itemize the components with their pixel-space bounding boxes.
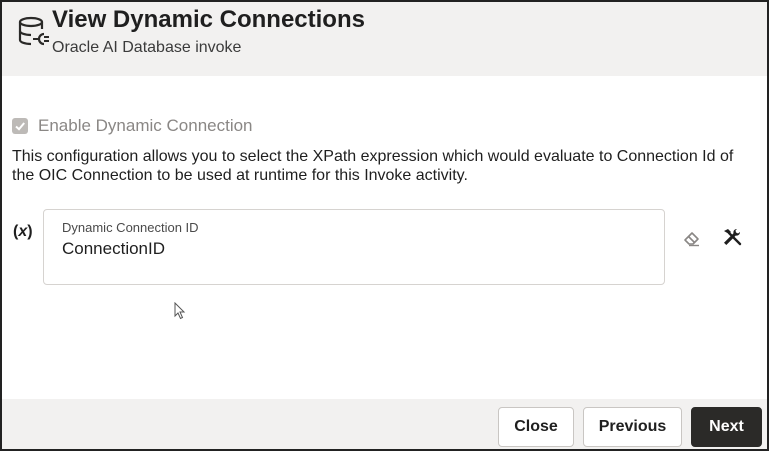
dialog-footer: Close Previous Next	[2, 399, 767, 449]
checkmark-icon	[15, 122, 25, 131]
dialog-subtitle: Oracle AI Database invoke	[52, 39, 242, 56]
enable-dynamic-connection-checkbox[interactable]	[12, 118, 28, 134]
eraser-icon	[684, 232, 699, 247]
dialog-title: View Dynamic Connections	[52, 6, 365, 33]
configuration-description: This configuration allows you to select …	[12, 148, 734, 184]
enable-dynamic-connection-label: Enable Dynamic Connection	[38, 116, 253, 135]
dynamic-connection-id-value[interactable]: ConnectionID	[62, 239, 165, 259]
xpath-expression-marker: (x)	[13, 223, 33, 240]
close-button[interactable]: Close	[498, 407, 574, 447]
x-symbol: x	[18, 223, 28, 240]
database-connection-icon	[18, 16, 49, 46]
tools-icon	[724, 229, 742, 246]
next-button[interactable]: Next	[691, 407, 762, 447]
expression-mapper-button[interactable]	[720, 226, 744, 250]
dialog-header: View Dynamic Connections Oracle AI Datab…	[2, 2, 767, 76]
dynamic-connection-id-field[interactable]: Dynamic Connection ID ConnectionID	[43, 209, 665, 285]
view-dynamic-connections-dialog: View Dynamic Connections Oracle AI Datab…	[0, 0, 769, 451]
clear-expression-button[interactable]	[680, 226, 704, 250]
dynamic-connection-id-label: Dynamic Connection ID	[62, 220, 199, 235]
previous-button[interactable]: Previous	[583, 407, 682, 447]
enable-dynamic-connection-row: Enable Dynamic Connection	[12, 116, 253, 136]
mouse-cursor-icon	[174, 302, 186, 320]
